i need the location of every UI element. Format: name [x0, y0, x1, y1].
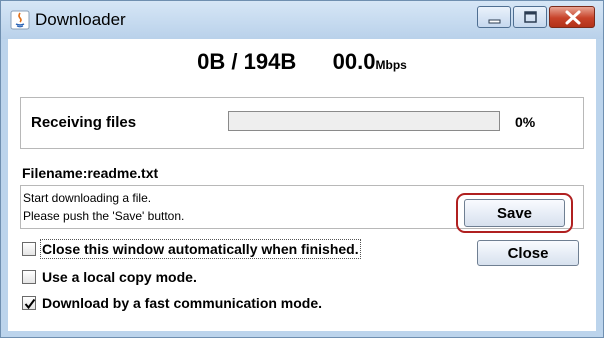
transfer-speed: 00.0 [332, 49, 376, 74]
transfer-size: 0B / 194B [197, 49, 297, 74]
auto-close-option[interactable]: Close this window automatically when fin… [22, 238, 361, 260]
maximize-button[interactable] [513, 6, 547, 28]
local-copy-label[interactable]: Use a local copy mode. [42, 269, 197, 285]
window-title: Downloader [35, 10, 126, 29]
progress-bar [228, 111, 500, 131]
close-icon [565, 10, 581, 25]
save-button[interactable]: Save [464, 199, 565, 227]
progress-percent: 0% [515, 114, 536, 130]
minimize-button[interactable] [477, 6, 511, 28]
maximize-icon [524, 11, 537, 23]
downloader-window: Downloader 0B / 194B 00.0Mbps Receiving … [0, 0, 604, 338]
checkmark-icon [24, 298, 36, 310]
receiving-label: Receiving files [31, 114, 137, 131]
fast-mode-label[interactable]: Download by a fast communication mode. [42, 295, 322, 311]
auto-close-checkbox[interactable] [22, 242, 36, 256]
minimize-icon [488, 19, 501, 24]
transfer-status: 0B / 194B 00.0Mbps [8, 49, 596, 75]
dialog-body: 0B / 194B 00.0Mbps Receiving files 0% Fi… [8, 39, 596, 331]
receiving-panel: Receiving files 0% [20, 97, 584, 149]
close-window-button[interactable] [549, 6, 595, 28]
fast-mode-checkbox[interactable] [22, 296, 36, 310]
local-copy-checkbox[interactable] [22, 270, 36, 284]
fast-mode-option[interactable]: Download by a fast communication mode. [22, 292, 322, 314]
title-bar[interactable]: Downloader [1, 1, 603, 39]
auto-close-label[interactable]: Close this window automatically when fin… [40, 239, 361, 259]
close-button[interactable]: Close [477, 240, 579, 266]
speed-unit: Mbps [375, 58, 407, 72]
java-app-icon [10, 10, 30, 30]
local-copy-option[interactable]: Use a local copy mode. [22, 266, 197, 288]
filename-label: Filename:readme.txt [22, 165, 159, 181]
